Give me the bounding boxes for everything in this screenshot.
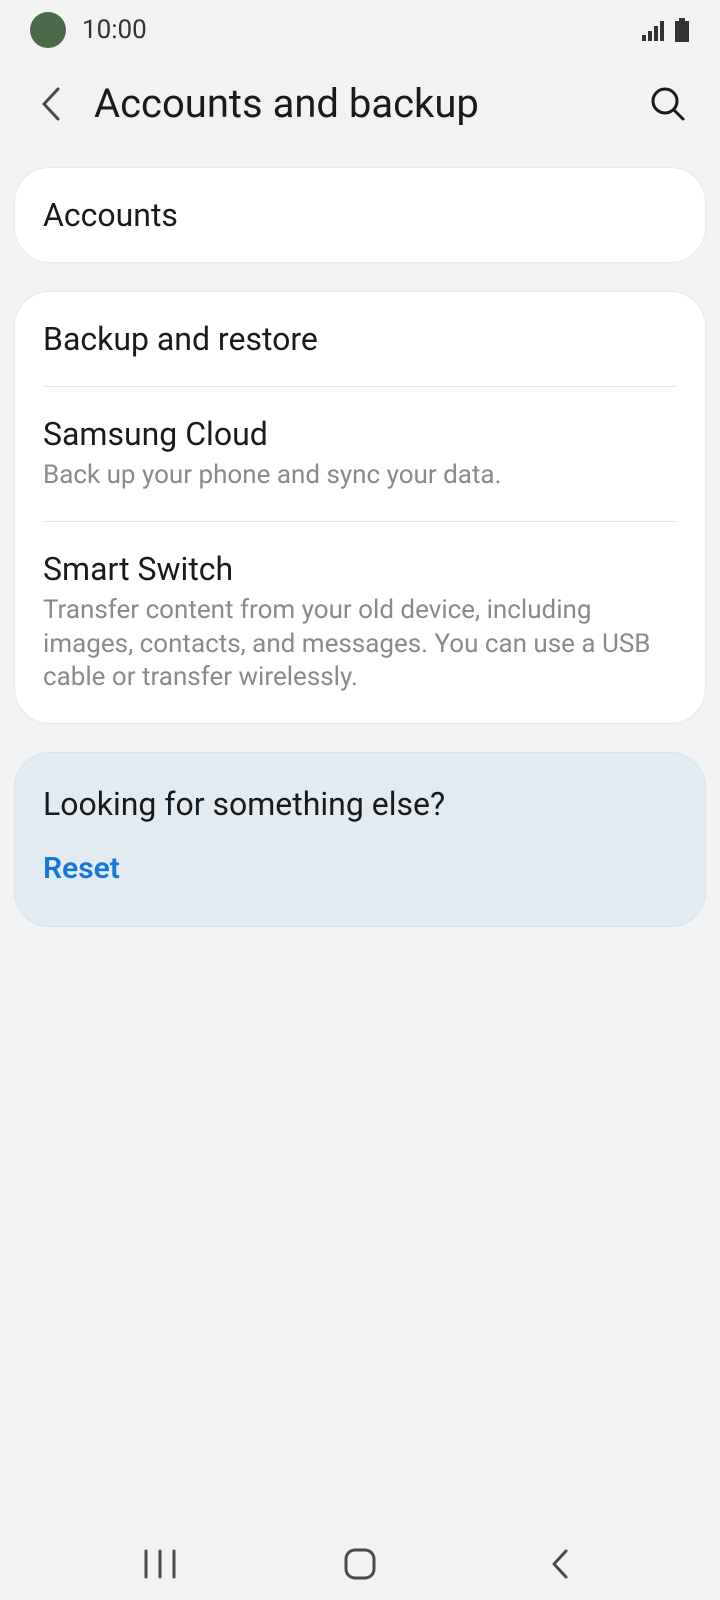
looking-for-title: Looking for something else? [43,785,677,823]
status-time: 10:00 [82,15,147,45]
item-title: Backup and restore [43,320,677,358]
page-title: Accounts and backup [94,80,622,127]
header: Accounts and backup [0,60,720,167]
item-backup-restore[interactable]: Backup and restore [15,292,705,386]
status-right [642,18,690,42]
item-subtitle: Transfer content from your old device, i… [43,594,677,695]
nav-back-button[interactable] [520,1539,600,1589]
item-title: Accounts [43,196,677,234]
search-button[interactable] [646,82,690,126]
status-bar: 10:00 [0,0,720,60]
nav-recents-button[interactable] [120,1539,200,1589]
back-button[interactable] [30,84,70,124]
item-title: Samsung Cloud [43,415,677,453]
reset-link[interactable]: Reset [43,851,677,886]
signal-icon [642,19,668,41]
battery-icon [674,18,690,42]
card-backup: Backup and restore Samsung Cloud Back up… [14,291,706,724]
item-smart-switch[interactable]: Smart Switch Transfer content from your … [15,522,705,723]
item-samsung-cloud[interactable]: Samsung Cloud Back up your phone and syn… [15,387,705,521]
nav-home-button[interactable] [320,1539,400,1589]
card-accounts: Accounts [14,167,706,263]
card-looking-for: Looking for something else? Reset [14,752,706,927]
item-title: Smart Switch [43,550,677,588]
item-accounts[interactable]: Accounts [15,168,705,262]
navigation-bar [0,1528,720,1600]
status-left: 10:00 [30,12,147,48]
item-subtitle: Back up your phone and sync your data. [43,459,677,493]
status-avatar-icon [30,12,66,48]
